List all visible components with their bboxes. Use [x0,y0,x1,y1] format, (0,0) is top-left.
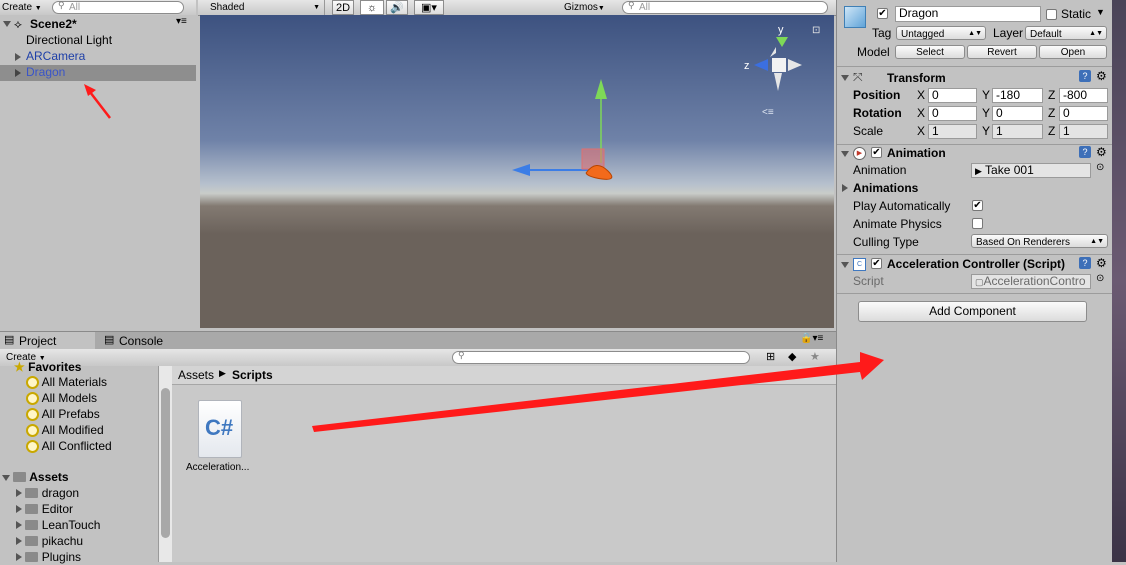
annotation-arrow-add-component [312,352,884,432]
annotation-arrow-dragon [84,84,111,119]
annotation-arrows [84,84,884,432]
